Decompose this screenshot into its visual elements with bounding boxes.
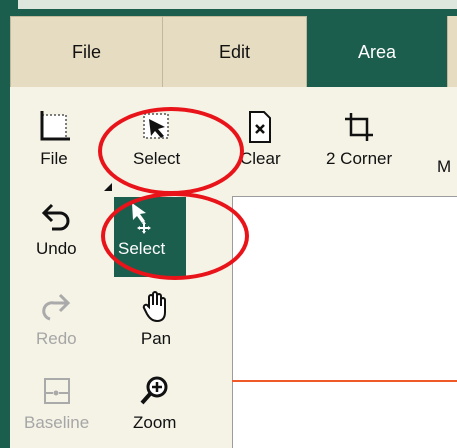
tab-file-label: File xyxy=(71,41,101,62)
tab-edit-label: Edit xyxy=(218,41,251,62)
tab-file[interactable]: File xyxy=(10,16,163,87)
zoom-in-icon xyxy=(137,373,173,409)
clear-area-button[interactable]: Clear xyxy=(240,109,281,169)
zoom-button[interactable]: Zoom xyxy=(133,373,176,433)
two-corner-label: 2 Corner xyxy=(326,149,393,168)
redo-button[interactable]: Redo xyxy=(36,289,77,349)
canvas-baseline-line xyxy=(232,380,457,382)
pan-label: Pan xyxy=(140,329,172,348)
undo-icon xyxy=(38,199,74,235)
window-frame-left xyxy=(0,0,10,448)
cutoff-tool-label[interactable]: M xyxy=(437,157,451,177)
tab-edit[interactable]: Edit xyxy=(162,16,307,87)
file-area-button[interactable]: File xyxy=(36,109,72,169)
baseline-button[interactable]: Baseline xyxy=(24,373,89,433)
two-corner-button[interactable]: 2 Corner xyxy=(326,109,392,169)
tab-area-label: Area xyxy=(357,41,397,62)
crop-icon xyxy=(341,109,377,145)
file-area-label: File xyxy=(40,149,68,168)
annotation-circle-select-move xyxy=(101,192,249,280)
clear-area-icon xyxy=(242,109,278,145)
window-titlebar-strip xyxy=(18,0,457,9)
pan-button[interactable]: Pan xyxy=(138,289,174,349)
file-dropdown-arrow[interactable] xyxy=(104,183,112,191)
drawing-canvas[interactable] xyxy=(232,196,457,448)
hand-pan-icon xyxy=(138,289,174,325)
undo-label: Undo xyxy=(36,239,77,258)
tab-area[interactable]: Area xyxy=(307,16,447,87)
tab-strip-end xyxy=(447,16,457,87)
area-file-icon xyxy=(36,109,72,145)
annotation-circle-select-area xyxy=(98,107,244,195)
baseline-icon xyxy=(39,373,75,409)
clear-area-label: Clear xyxy=(240,149,281,168)
redo-label: Redo xyxy=(36,329,77,348)
zoom-label: Zoom xyxy=(133,413,177,432)
undo-button[interactable]: Undo xyxy=(36,199,77,259)
baseline-label: Baseline xyxy=(24,413,90,432)
redo-icon xyxy=(38,289,74,325)
